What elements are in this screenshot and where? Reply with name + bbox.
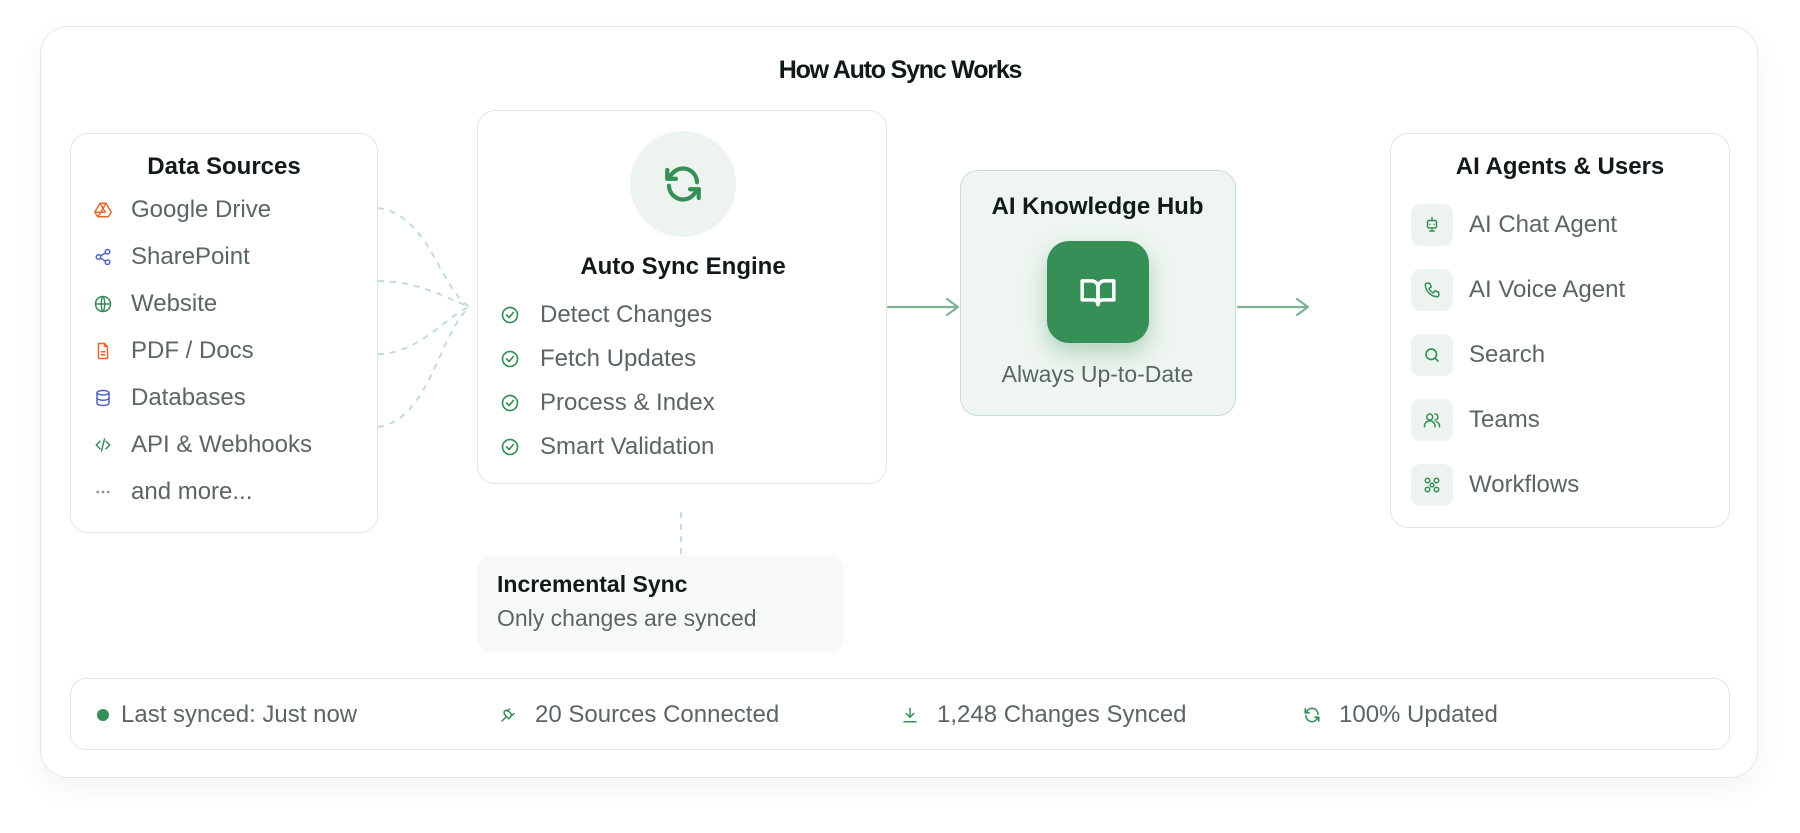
status-sources-connected: 20 Sources Connected [499,679,779,751]
knowledge-hub-subtitle: Always Up-to-Date [1001,361,1194,387]
check-circle-icon [501,394,519,412]
refresh-icon-circle [630,131,736,237]
step-label: Fetch Updates [540,345,697,372]
google-drive-icon [93,200,113,220]
knowledge-hub-title: AI Knowledge Hub [991,193,1204,220]
source-label: Website [131,289,218,317]
source-more[interactable]: and more... [93,468,377,515]
agent-label: AI Voice Agent [1469,275,1626,303]
source-google-drive[interactable]: Google Drive [93,186,377,233]
connector-source-3 [377,306,471,355]
engine-steps: Detect Changes Fetch Updates Process & I… [500,293,715,469]
status-updated: 100% Updated [1303,679,1498,751]
source-label: SharePoint [131,242,250,270]
knowledge-hub-card: AI Knowledge Hub Always Up-to-Date [960,170,1236,416]
agent-ai-chat[interactable]: AI Chat Agent [1411,192,1625,257]
status-dot-icon [97,709,109,721]
agent-label: Workflows [1469,470,1580,498]
data-sources-card: Data Sources Google Drive SharePoint Web… [70,133,378,533]
source-label: Google Drive [131,195,272,223]
connector-source-1 [377,207,471,308]
auto-sync-engine-card: Auto Sync Engine Detect Changes Fetch Up… [477,110,887,484]
arrow-engine-hub [886,297,960,317]
agents-card: AI Agents & Users AI Chat Agent AI Voice… [1390,133,1730,528]
share-icon [93,247,113,267]
check-circle-icon [501,438,519,456]
incremental-sync-card: Incremental Sync Only changes are synced [477,555,844,653]
source-label: API & Webhooks [131,430,312,458]
plug-icon [501,708,515,722]
engine-title: Auto Sync Engine [580,253,786,280]
agents-title: AI Agents & Users [1455,153,1665,180]
more-icon [93,482,113,502]
engine-step: Detect Changes [500,293,715,337]
source-api-webhooks[interactable]: API & Webhooks [93,421,377,468]
check-circle-icon [501,306,519,324]
download-icon [903,707,917,723]
agent-teams[interactable]: Teams [1411,387,1625,452]
step-label: Process & Index [540,389,715,416]
data-sources-list: Google Drive SharePoint Website PDF / Do… [71,186,377,515]
step-label: Smart Validation [540,433,715,460]
agents-list: AI Chat Agent AI Voice Agent Search Team… [1411,192,1625,517]
arrow-hub-agents [1236,297,1310,317]
database-icon [93,388,113,408]
agent-workflows[interactable]: Workflows [1411,452,1625,517]
source-label: PDF / Docs [131,336,254,364]
agent-label: AI Chat Agent [1469,210,1618,238]
source-website[interactable]: Website [93,280,377,327]
agent-ai-voice[interactable]: AI Voice Agent [1411,257,1625,322]
connector-source-4 [377,306,471,428]
step-label: Detect Changes [540,301,713,328]
source-label: Databases [131,383,246,411]
code-icon [93,435,113,455]
file-icon [93,341,113,361]
phone-icon [1424,282,1440,297]
status-last-synced-label: Last synced: Just now [121,701,358,728]
engine-step: Smart Validation [500,425,715,469]
refresh-icon [665,166,701,202]
data-sources-title: Data Sources [147,153,301,180]
status-changes-label: 1,248 Changes Synced [937,701,1187,728]
book-icon-tile [1047,241,1149,343]
agent-label: Search [1469,340,1546,368]
incremental-sync-title: Incremental Sync [497,571,688,597]
robot-icon [1426,216,1438,232]
globe-icon [93,294,113,314]
book-icon [1080,279,1116,307]
engine-step: Process & Index [500,381,715,425]
agent-label: Teams [1469,405,1540,433]
workflow-icon [1424,477,1440,492]
status-updated-label: 100% Updated [1339,701,1498,728]
source-databases[interactable]: Databases [93,374,377,421]
source-sharepoint[interactable]: SharePoint [93,233,377,280]
source-pdf-docs[interactable]: PDF / Docs [93,327,377,374]
source-label: and more... [131,477,253,505]
status-sources-label: 20 Sources Connected [535,701,780,728]
refresh-icon [1304,707,1320,723]
engine-step: Fetch Updates [500,337,715,381]
status-changes-synced: 1,248 Changes Synced [901,679,1187,751]
status-bar: Last synced: Just now 20 Sources Connect… [70,678,1730,750]
status-last-synced: Last synced: Just now [97,679,357,751]
search-icon [1425,347,1439,362]
check-circle-icon [501,350,519,368]
incremental-sync-subtitle: Only changes are synced [497,605,757,631]
users-icon [1423,412,1441,427]
agent-search[interactable]: Search [1411,322,1625,387]
